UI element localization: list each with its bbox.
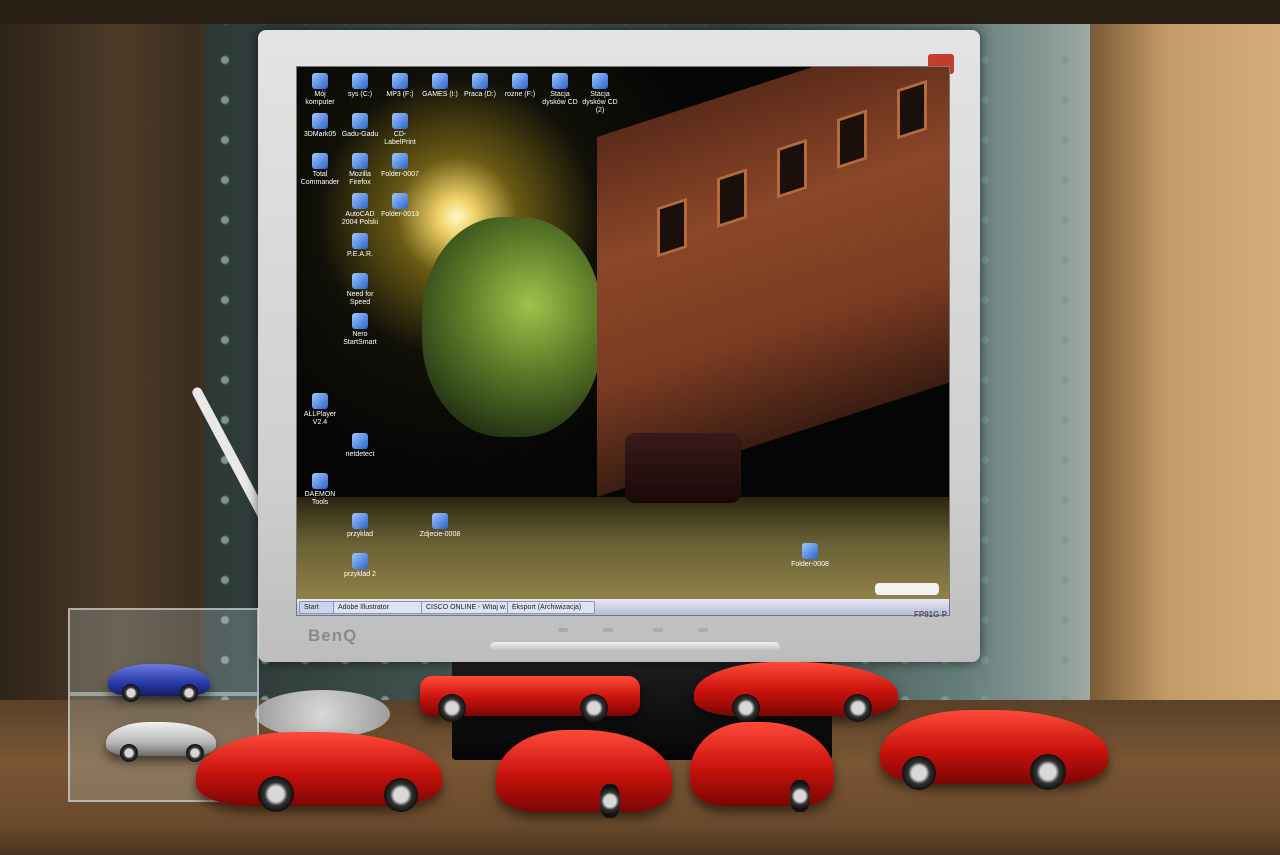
model-car-silver-wagon <box>106 722 216 762</box>
desktop-icon[interactable]: sys (C:) <box>339 73 381 99</box>
monitor-power-bar[interactable] <box>490 642 780 652</box>
file-icon <box>352 513 368 529</box>
wheel <box>180 684 198 702</box>
shelf-right-wall <box>1090 0 1280 760</box>
drive-icon <box>392 73 408 89</box>
app-icon <box>352 433 368 449</box>
desktop-icon[interactable]: 3DMark05 <box>299 113 341 139</box>
start-button[interactable]: Start <box>299 601 337 614</box>
app-icon <box>352 233 368 249</box>
app-icon <box>352 273 368 289</box>
building-window <box>837 109 867 170</box>
file-icon <box>352 553 368 569</box>
folder-icon <box>392 193 408 209</box>
wheel <box>600 784 620 818</box>
desktop-icon[interactable]: Stacja dysków CD (2) <box>579 73 621 115</box>
taskbar-item[interactable]: Eksport (Archiwizacja) <box>507 601 595 614</box>
app-icon <box>312 393 328 409</box>
monitor-button[interactable] <box>653 628 663 632</box>
image-icon <box>432 513 448 529</box>
app-icon <box>312 113 328 129</box>
building-window <box>657 197 687 258</box>
desktop-icon[interactable]: Total Commander <box>299 153 341 187</box>
monitor-screen: Mój komputer sys (C:) MP3 (F:) GAMES (I:… <box>296 66 950 616</box>
drive-icon <box>512 73 528 89</box>
notification-balloon <box>875 583 939 595</box>
wheel <box>1030 754 1066 790</box>
shelf-top <box>0 0 1280 24</box>
desktop-icon[interactable]: ALLPlayer V2.4 <box>299 393 341 427</box>
desktop-icon[interactable]: przyklad <box>339 513 381 539</box>
model-car-f1-racer <box>420 676 640 722</box>
desktop-icon[interactable]: Gadu-Gadu <box>339 113 381 139</box>
desktop-icon[interactable]: Praca (D:) <box>459 73 501 99</box>
folder-icon <box>392 153 408 169</box>
building-window <box>717 168 747 229</box>
desktop-icon[interactable]: Stacja dysków CD <box>539 73 581 107</box>
wheel <box>844 694 872 722</box>
wallpaper-parked-car <box>625 433 741 503</box>
desktop-icon[interactable]: Nero StartSmart <box>339 313 381 347</box>
monitor-button[interactable] <box>603 628 613 632</box>
monitor-button[interactable] <box>698 628 708 632</box>
model-car-blue-wagon <box>108 664 210 702</box>
desktop-icon[interactable]: przyklad 2 <box>339 553 381 579</box>
desktop-icon[interactable]: CD-LabelPrint <box>379 113 421 147</box>
desktop-icon[interactable]: netdetect <box>339 433 381 459</box>
building-window <box>777 138 807 199</box>
app-icon <box>352 193 368 209</box>
wheel <box>384 778 418 812</box>
wheel <box>732 694 760 722</box>
monitor-button[interactable] <box>558 628 568 632</box>
photo-scene: Mój komputer sys (C:) MP3 (F:) GAMES (I:… <box>0 0 1280 855</box>
drive-icon <box>432 73 448 89</box>
wheel <box>902 756 936 790</box>
drive-icon <box>352 73 368 89</box>
taskbar-item[interactable]: CISCO ONLINE - Witaj w... <box>421 601 509 614</box>
taskbar: Start Adobe Illustrator CISCO ONLINE - W… <box>297 599 949 615</box>
microphone-base <box>255 690 390 738</box>
wheel <box>580 694 608 722</box>
monitor-brand-logo: BenQ <box>308 626 358 645</box>
app-icon <box>352 313 368 329</box>
desktop-icon[interactable]: P.E.A.R. <box>339 233 381 259</box>
app-icon <box>312 473 328 489</box>
folder-icon <box>802 543 818 559</box>
building-window <box>897 79 927 140</box>
wheel <box>438 694 466 722</box>
wallpaper-road <box>297 497 949 615</box>
monitor: Mój komputer sys (C:) MP3 (F:) GAMES (I:… <box>258 30 980 662</box>
wallpaper-tree <box>422 217 602 437</box>
desktop-icon[interactable]: AutoCAD 2004 Polski <box>339 193 381 227</box>
desktop-icon[interactable]: Folder-0008 <box>789 543 831 569</box>
desktop-icon[interactable]: Folder-0013 <box>379 193 421 219</box>
taskbar-item[interactable]: Adobe Illustrator <box>333 601 423 614</box>
desktop-icon[interactable]: Zdjecie-0008 <box>419 513 461 539</box>
desktop-icon[interactable]: Need for Speed <box>339 273 381 307</box>
wheel <box>120 744 138 762</box>
app-icon <box>392 113 408 129</box>
wheel <box>258 776 294 812</box>
drive-icon <box>472 73 488 89</box>
wheel <box>790 780 810 812</box>
computer-icon <box>312 73 328 89</box>
desktop-icon[interactable]: rozne (F:) <box>499 73 541 99</box>
wheel <box>186 744 204 762</box>
desktop-icon[interactable]: GAMES (I:) <box>419 73 461 99</box>
gadu-gadu-icon <box>352 113 368 129</box>
desktop-icon[interactable]: Mój komputer <box>299 73 341 107</box>
wheel <box>122 684 140 702</box>
cd-drive-icon <box>552 73 568 89</box>
desktop-icon[interactable]: Folder-0007 <box>379 153 421 179</box>
desktop-icon[interactable]: DAEMON Tools <box>299 473 341 507</box>
firefox-icon <box>352 153 368 169</box>
desktop-icon[interactable]: MP3 (F:) <box>379 73 421 99</box>
desktop-icon[interactable]: Mozilla Firefox <box>339 153 381 187</box>
app-icon <box>312 153 328 169</box>
monitor-model-label: FP91G P <box>914 610 947 619</box>
cd-drive-icon <box>592 73 608 89</box>
